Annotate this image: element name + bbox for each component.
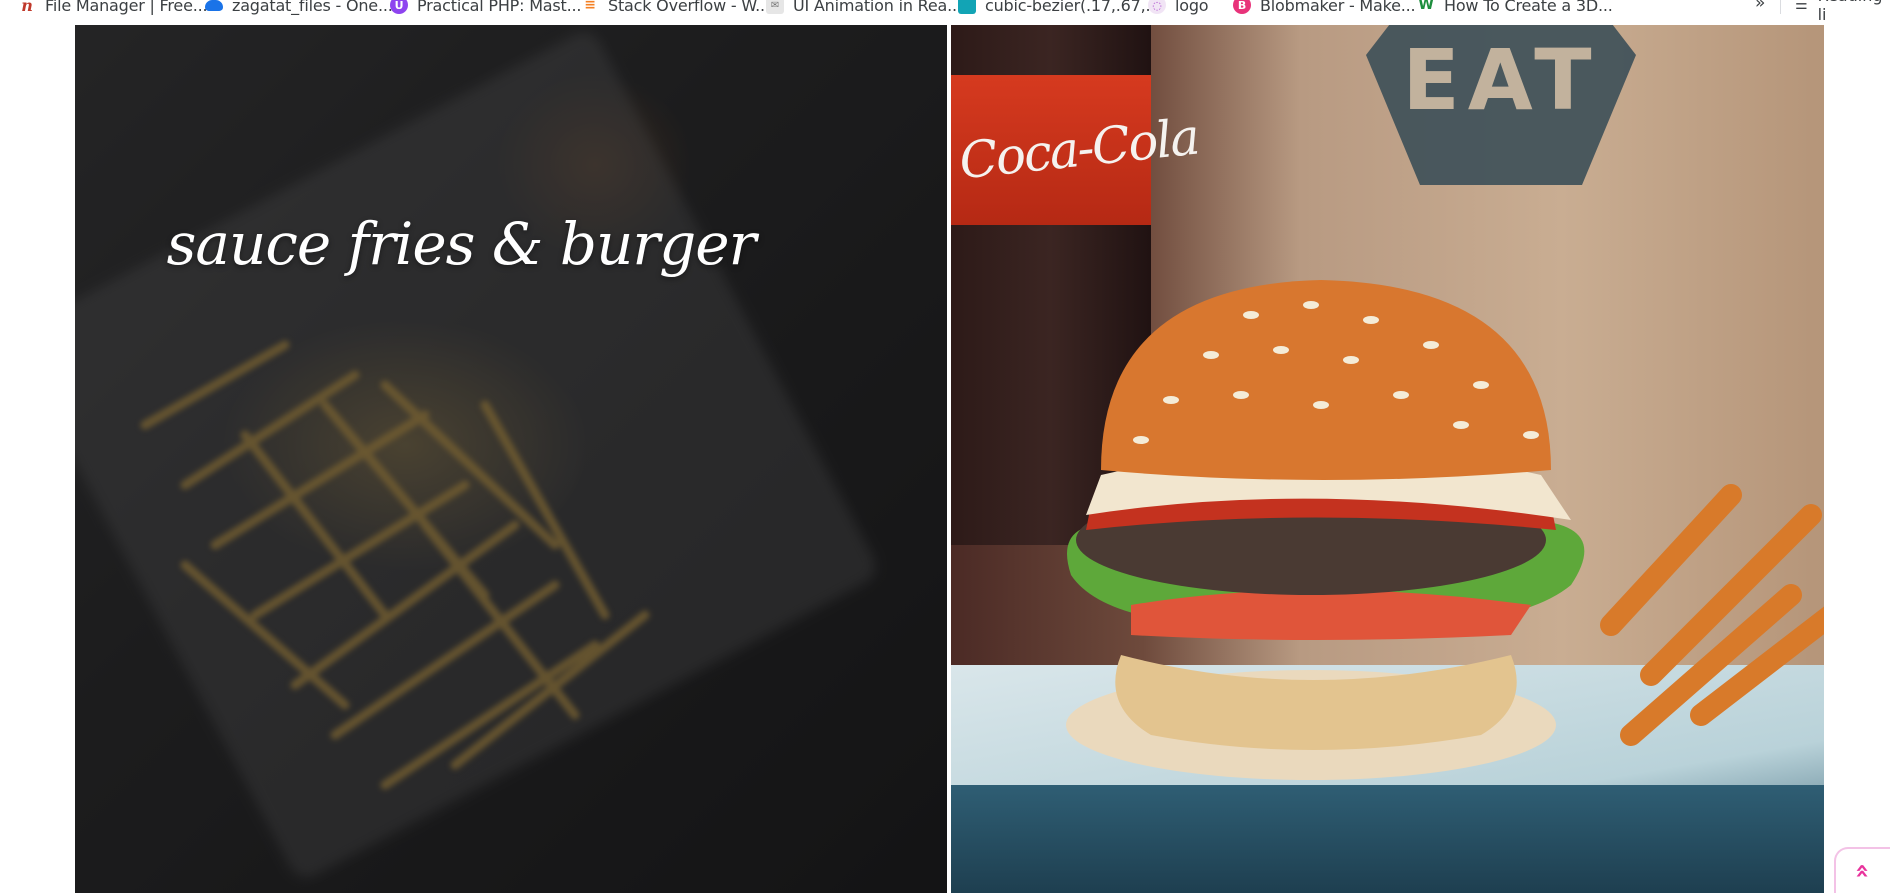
bookmarks-divider <box>1780 0 1781 14</box>
hero-headline: sauce fries & burger <box>166 210 757 278</box>
stack-overflow-icon: ≡ <box>584 0 596 13</box>
cubic-bezier-icon <box>958 0 976 14</box>
bookmark-label: logo <box>1175 0 1209 15</box>
bookmark-label: Stack Overflow - W... <box>608 0 770 15</box>
blobmaker-icon: B <box>1233 0 1251 14</box>
bookmark-label: cubic-bezier(.17,.67,... <box>985 0 1161 15</box>
envelope-icon: ✉ <box>766 0 784 14</box>
file-manager-icon: n <box>21 0 33 15</box>
udemy-icon: U <box>390 0 408 14</box>
onedrive-cloud-icon <box>205 0 223 11</box>
bookmark-label: Practical PHP: Mast... <box>417 0 582 15</box>
bookmark-label: File Manager | Free... <box>45 0 208 15</box>
bookmark-file-manager[interactable]: n File Manager | Free... <box>18 0 207 17</box>
reading-list-icon: ☰ <box>1795 0 1808 13</box>
scroll-to-top-button[interactable]: « <box>1834 847 1890 893</box>
bookmark-logo[interactable]: ◌ logo <box>1148 0 1209 17</box>
bookmark-label: zagatat_files - One... <box>232 0 393 15</box>
burger-image-panel: EAT Coca-Cola <box>951 25 1824 893</box>
reading-list-label: Reading li <box>1817 0 1883 24</box>
dark-overlay <box>75 25 947 893</box>
bookmark-3d[interactable]: W How To Create a 3D... <box>1417 0 1613 17</box>
bookmark-label: Blobmaker - Make... <box>1260 0 1416 15</box>
bookmark-blobmaker[interactable]: B Blobmaker - Make... <box>1233 0 1416 17</box>
bookmark-label: UI Animation in Rea... <box>793 0 962 15</box>
bookmark-ui-animation[interactable]: ✉ UI Animation in Rea... <box>766 0 962 17</box>
more-bookmarks-button[interactable]: » <box>1755 0 1765 13</box>
reading-list-button[interactable]: ☰ Reading li <box>1795 0 1890 24</box>
bookmark-cubic-bezier[interactable]: cubic-bezier(.17,.67,... <box>958 0 1160 17</box>
double-chevron-up-icon: « <box>1848 863 1877 879</box>
burger-illustration <box>1066 280 1585 780</box>
bookmarks-bar: n File Manager | Free... zagatat_files -… <box>0 0 1890 25</box>
page-content: sauce fries & burger EAT Coca-Cola <box>0 25 1890 893</box>
bookmark-label: How To Create a 3D... <box>1444 0 1613 15</box>
bag-logo-text: EAT <box>1402 31 1600 129</box>
w-icon: W <box>1418 0 1434 13</box>
logo-icon: ◌ <box>1148 0 1166 14</box>
bookmark-stack-overflow[interactable]: ≡ Stack Overflow - W... <box>581 0 770 17</box>
bookmark-practical-php[interactable]: U Practical PHP: Mast... <box>390 0 581 17</box>
fries-image-panel: sauce fries & burger <box>75 25 947 893</box>
table-surface <box>951 785 1824 893</box>
bookmark-onedrive[interactable]: zagatat_files - One... <box>205 0 393 17</box>
